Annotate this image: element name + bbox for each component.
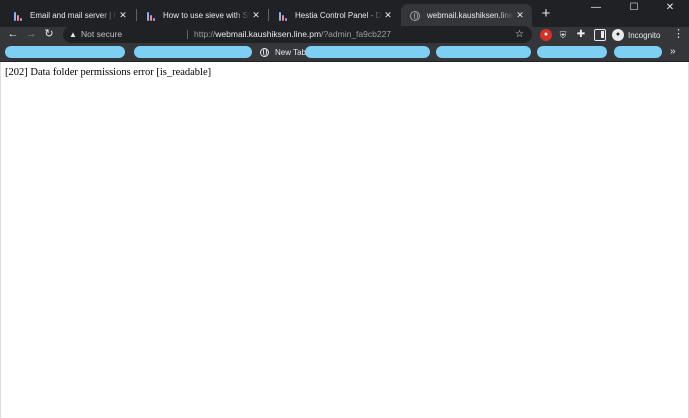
tab-hestia-discourse[interactable]: Hestia Control Panel - Discourse ✕ <box>269 4 400 27</box>
bookmark-star-icon[interactable]: ☆ <box>515 26 524 43</box>
profile-label: Incognito <box>628 30 661 40</box>
tab-title: Email and mail server | Hestia <box>30 11 117 20</box>
incognito-icon: ● <box>612 29 624 41</box>
globe-icon <box>410 10 420 21</box>
browser-menu-icon[interactable]: ⋮ <box>673 27 684 43</box>
maximize-button[interactable]: ☐ <box>620 0 648 17</box>
tab-sieve-snappymail[interactable]: How to use sieve with SNAPPYMAIL ✕ <box>137 4 268 27</box>
not-secure-warning-icon[interactable]: ▲ <box>69 26 77 43</box>
window-close-button[interactable]: ✕ <box>656 0 684 17</box>
redacted-bookmark <box>5 46 125 58</box>
extension-red-icon[interactable]: ● <box>540 29 552 41</box>
hestia-icon <box>278 11 288 21</box>
tab-title: webmail.kaushiksen.line.pm/?admin_fa9cb2… <box>427 11 514 20</box>
tab-strip: Email and mail server | Hestia ✕ How to … <box>0 0 689 27</box>
hestia-icon <box>146 11 156 21</box>
side-panel-icon[interactable] <box>594 29 606 41</box>
tab-webmail-active[interactable]: webmail.kaushiksen.line.pm/?admin_fa9cb2… <box>401 4 532 27</box>
tab-title: How to use sieve with SNAPPYMAIL <box>163 11 250 20</box>
incognito-profile-button[interactable]: ● Incognito <box>612 27 666 43</box>
bookmark-new-tab[interactable]: New Tab <box>260 43 306 61</box>
close-tab-icon[interactable]: ✕ <box>117 10 129 21</box>
bookmarks-bar: New Tab » <box>0 43 689 62</box>
address-divider <box>187 30 188 39</box>
back-button[interactable]: ← <box>6 27 20 43</box>
bookmark-label: New Tab <box>275 47 306 57</box>
error-message: [202] Data folder permissions error [is_… <box>5 67 212 78</box>
more-bookmarks-icon[interactable]: » <box>670 43 676 61</box>
minimize-button[interactable]: — <box>582 0 610 17</box>
hestia-icon <box>13 11 23 21</box>
reload-button[interactable]: ↻ <box>42 27 56 43</box>
close-tab-icon[interactable]: ✕ <box>382 10 394 21</box>
redacted-bookmark <box>305 46 430 58</box>
close-tab-icon[interactable]: ✕ <box>514 10 526 21</box>
url-text[interactable]: http://webmail.kaushiksen.line.pm/?admin… <box>194 26 391 43</box>
extensions-puzzle-icon[interactable]: ✚ <box>575 29 587 41</box>
redacted-bookmark <box>436 46 531 58</box>
redacted-bookmark <box>134 46 252 58</box>
redacted-bookmark <box>614 46 662 58</box>
tab-email-mail-server[interactable]: Email and mail server | Hestia ✕ <box>4 4 135 27</box>
page-content: [202] Data folder permissions error [is_… <box>0 62 689 418</box>
globe-icon <box>260 47 269 57</box>
close-tab-icon[interactable]: ✕ <box>250 10 262 21</box>
url-scheme: http:// <box>194 29 216 39</box>
redacted-bookmark <box>537 46 607 58</box>
new-tab-button[interactable]: + <box>539 6 553 22</box>
forward-button[interactable]: → <box>24 27 38 43</box>
url-path: /?admin_fa9cb227 <box>321 29 392 39</box>
url-host: webmail.kaushiksen.line.pm <box>215 29 322 39</box>
shield-extension-icon[interactable]: ⛨ <box>557 29 569 41</box>
browser-toolbar: ← → ↻ ▲ Not secure http://webmail.kaushi… <box>0 26 689 43</box>
address-bar[interactable]: ▲ Not secure http://webmail.kaushiksen.l… <box>63 26 532 43</box>
tab-title: Hestia Control Panel - Discourse <box>295 11 382 20</box>
security-label[interactable]: Not secure <box>81 26 122 43</box>
